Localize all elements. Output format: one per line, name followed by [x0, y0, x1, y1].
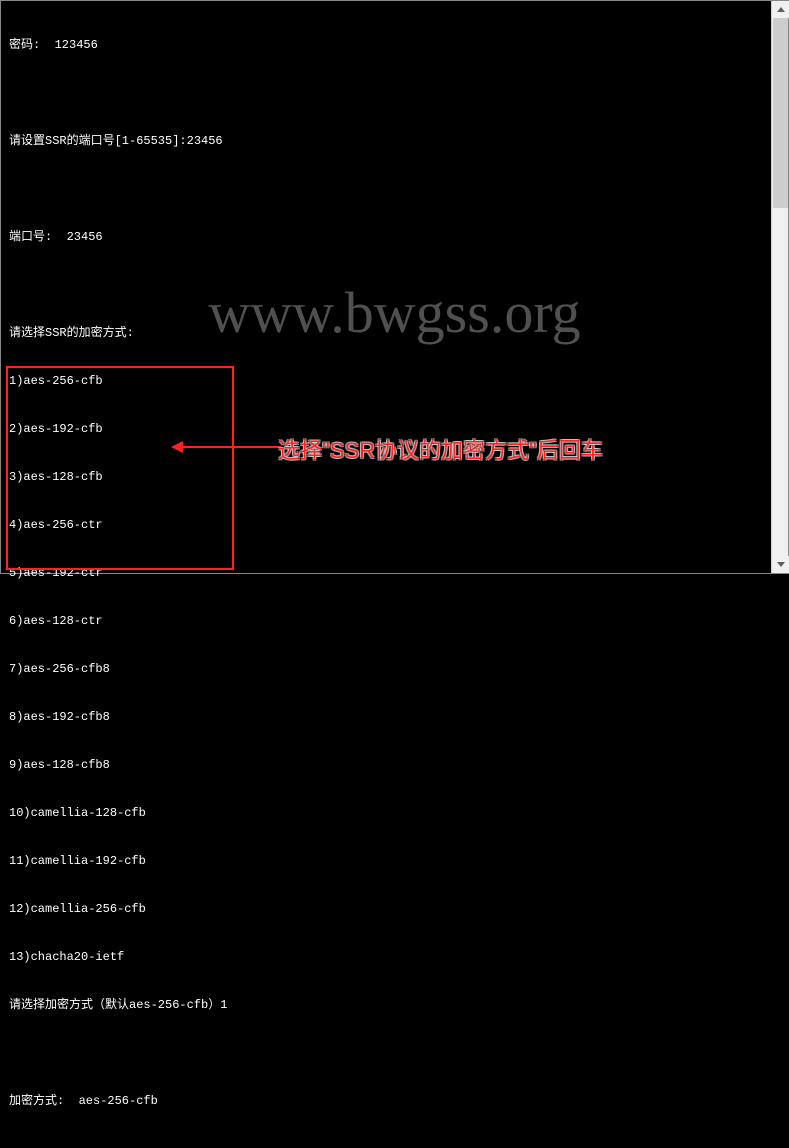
encrypt-option: 13)chacha20-ietf: [9, 949, 780, 965]
blank-line: [9, 277, 780, 293]
port-result-line: 端口号: 23456: [9, 229, 780, 245]
scroll-thumb[interactable]: [773, 18, 788, 208]
encrypt-option: 1)aes-256-cfb: [9, 373, 780, 389]
encrypt-option: 4)aes-256-ctr: [9, 517, 780, 533]
encrypt-prompt-line: 请选择加密方式（默认aes-256-cfb）1: [9, 997, 780, 1013]
encrypt-option: 5)aes-192-ctr: [9, 565, 780, 581]
password-line: 密码: 123456: [9, 37, 780, 53]
encrypt-option: 12)camellia-256-cfb: [9, 901, 780, 917]
encrypt-option: 9)aes-128-cfb8: [9, 757, 780, 773]
encrypt-header: 请选择SSR的加密方式:: [9, 325, 780, 341]
blank-line: [9, 85, 780, 101]
scrollbar[interactable]: [771, 1, 788, 573]
blank-line: [9, 181, 780, 197]
scroll-down-button[interactable]: [772, 556, 789, 573]
scroll-up-button[interactable]: [772, 1, 789, 18]
port-prompt-line: 请设置SSR的端口号[1-65535]:23456: [9, 133, 780, 149]
blank-line: [9, 1045, 780, 1061]
encrypt-option: 10)camellia-128-cfb: [9, 805, 780, 821]
encrypt-option: 3)aes-128-cfb: [9, 469, 780, 485]
encrypt-result-line: 加密方式: aes-256-cfb: [9, 1093, 780, 1109]
chevron-down-icon: [777, 562, 785, 567]
chevron-up-icon: [777, 7, 785, 12]
annotation-text: 选择"SSR协议的加密方式"后回车: [278, 433, 603, 465]
encrypt-option: 11)camellia-192-cfb: [9, 853, 780, 869]
encrypt-option: 7)aes-256-cfb8: [9, 661, 780, 677]
encrypt-option: 6)aes-128-ctr: [9, 613, 780, 629]
encrypt-option: 8)aes-192-cfb8: [9, 709, 780, 725]
terminal-output[interactable]: 密码: 123456 请设置SSR的端口号[1-65535]:23456 端口号…: [1, 1, 788, 1148]
blank-line: [9, 1141, 780, 1148]
